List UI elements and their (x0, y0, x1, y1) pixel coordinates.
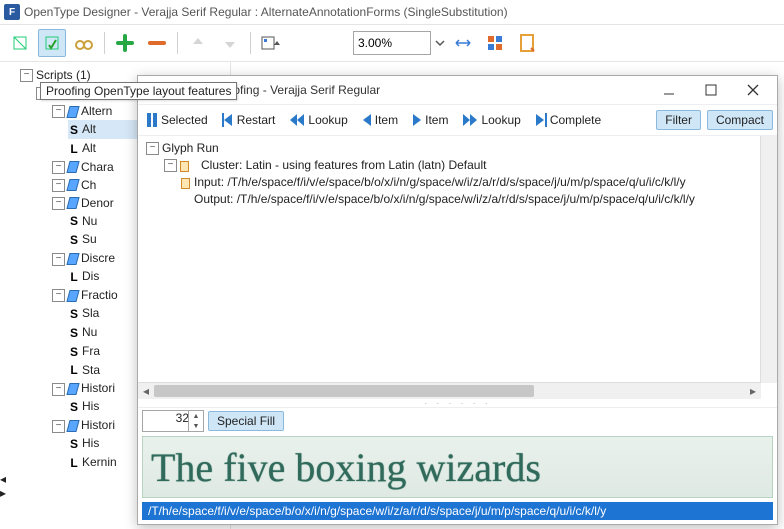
page-icon[interactable] (513, 29, 541, 57)
proofing-toolbar: Selected Restart Lookup Item Item Lookup… (138, 104, 777, 136)
input-sequence: /T/h/e/space/f/i/v/e/space/b/o/x/i/n/g/s… (227, 175, 685, 189)
cluster-icon (180, 161, 198, 171)
item-next-button[interactable]: Item (408, 111, 452, 129)
fit-width-icon[interactable] (449, 29, 477, 57)
lookup-prev-button[interactable]: Lookup (285, 111, 351, 129)
lookup-next-button[interactable]: Lookup (458, 111, 524, 129)
step-down-icon[interactable]: ▼ (189, 421, 203, 431)
pause-button[interactable]: Selected (142, 111, 212, 129)
lookup-type-icon: S (68, 212, 80, 230)
complete-button[interactable]: Complete (531, 111, 605, 129)
size-stepper[interactable]: 32▲▼ (142, 410, 204, 432)
feature-icon (66, 290, 79, 302)
body-scrollbar-v[interactable] (760, 136, 777, 383)
zoom-select[interactable] (353, 31, 431, 55)
feature-icon (66, 161, 79, 173)
glyph-run-label: Glyph Run (162, 141, 219, 155)
lookup-type-icon: L (68, 454, 80, 472)
item-prev-button[interactable]: Item (358, 111, 402, 129)
filter-toggle[interactable]: Filter (656, 110, 701, 130)
tool-btn-1[interactable] (6, 29, 34, 57)
lookup-type-icon: S (68, 343, 80, 361)
collapse-icon[interactable]: − (20, 69, 33, 82)
fill-row: 32▲▼ Special Fill (138, 407, 777, 434)
feature-icon (66, 179, 79, 191)
feature-icon (66, 106, 79, 118)
lookup-type-icon: S (68, 435, 80, 453)
add-button[interactable] (111, 29, 139, 57)
lookup-type-icon: S (68, 231, 80, 249)
app-title: OpenType Designer - Verajja Serif Regula… (24, 5, 508, 19)
feature-icon (66, 253, 79, 265)
arrow-down-icon[interactable] (216, 29, 244, 57)
proofing-window: yout Feature Proofing - Verajja Serif Re… (137, 75, 778, 525)
cluster-label: Cluster: Latin - using features from Lat… (201, 158, 486, 172)
restart-button[interactable]: Restart (218, 111, 280, 129)
lookup-type-icon: L (68, 140, 80, 158)
tooltip: Proofing OpenType layout features (40, 82, 237, 100)
maximize-button[interactable] (693, 78, 729, 102)
compact-toggle[interactable]: Compact (707, 110, 773, 130)
lookup-type-icon: S (68, 398, 80, 416)
close-button[interactable] (735, 78, 771, 102)
preview-area: The five boxing wizards (142, 436, 773, 498)
step-up-icon[interactable]: ▲ (189, 411, 203, 421)
main-titlebar: F OpenType Designer - Verajja Serif Regu… (0, 0, 784, 25)
feature-icon (66, 420, 79, 432)
lookup-type-icon: S (68, 121, 80, 139)
body-scrollbar-h[interactable]: ◂▸ (138, 382, 761, 399)
binoculars-icon[interactable] (70, 29, 98, 57)
special-fill-button[interactable]: Special Fill (208, 411, 284, 431)
arrow-up-icon[interactable] (184, 29, 212, 57)
options-dropdown[interactable] (257, 29, 285, 57)
grid-icon[interactable] (481, 29, 509, 57)
lookup-type-icon: S (68, 305, 80, 323)
lookup-type-icon: L (68, 268, 80, 286)
zoom-dropdown-icon[interactable] (435, 35, 445, 51)
main-toolbar (0, 25, 784, 62)
preview-text: The five boxing wizards (151, 444, 541, 491)
feature-icon (66, 383, 79, 395)
minimize-button[interactable] (651, 78, 687, 102)
app-icon: F (4, 4, 20, 20)
output-sequence: /T/h/e/space/f/i/v/e/space/b/o/x/i/n/g/s… (237, 192, 695, 206)
glyph-run-panel: −Glyph Run −Cluster: Latin - using featu… (138, 136, 777, 399)
sequence-input[interactable]: /T/h/e/space/f/i/v/e/space/b/o/x/i/n/g/s… (142, 502, 773, 520)
remove-button[interactable] (143, 29, 171, 57)
lookup-type-icon: L (68, 361, 80, 379)
splitter[interactable]: · · · · · · (138, 399, 777, 407)
feature-icon (66, 197, 79, 209)
tool-btn-2[interactable] (38, 29, 66, 57)
lookup-type-icon: S (68, 324, 80, 342)
